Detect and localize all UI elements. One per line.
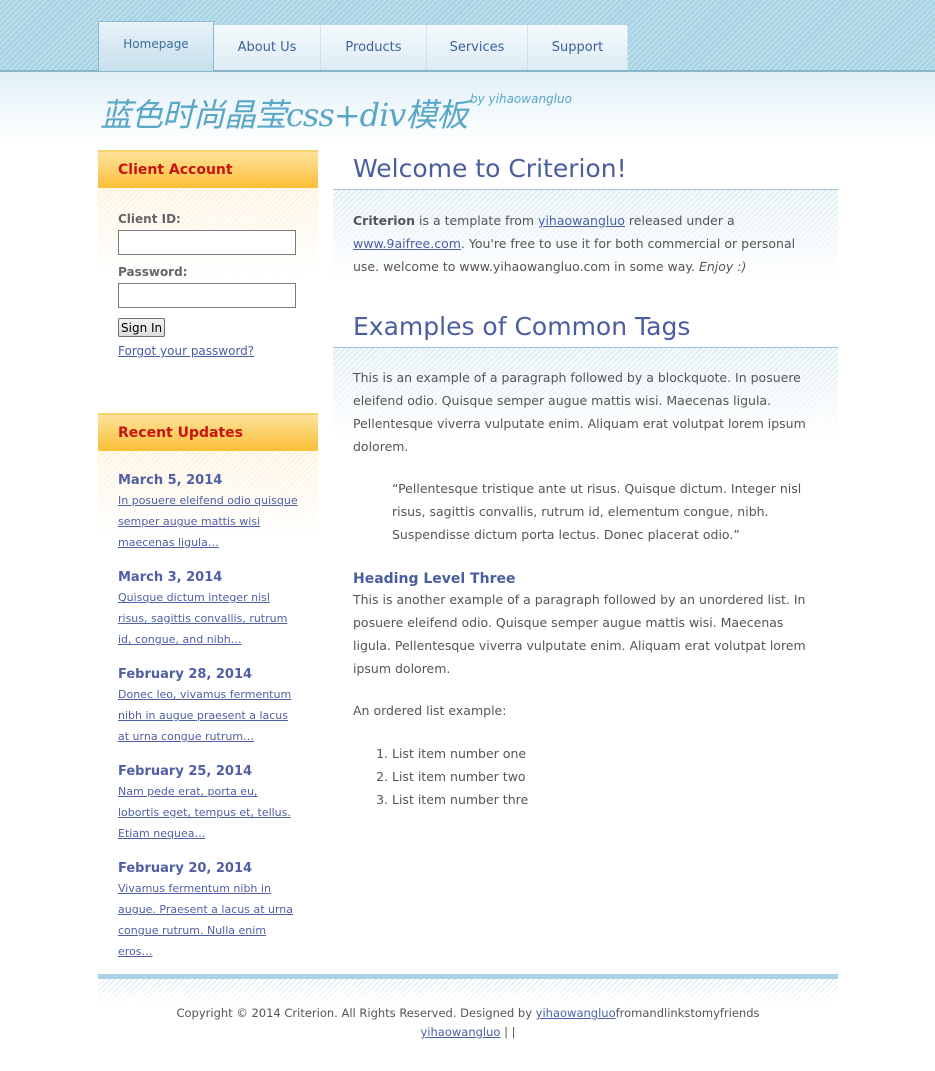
ordered-list-intro: An ordered list example:: [353, 703, 507, 718]
site-subtitle: by yihaowangluo: [470, 92, 572, 106]
ordered-list: List item number one List item number tw…: [333, 742, 838, 811]
footer: Copyright © 2014 Criterion. All Rights R…: [98, 1004, 838, 1042]
nav-tab-products[interactable]: Products: [321, 25, 427, 70]
nav-tab-services[interactable]: Services: [427, 25, 528, 70]
list-item: List item number one: [392, 742, 838, 765]
update-item: February 25, 2014 Nam pede erat, porta e…: [118, 764, 298, 843]
blockquote: “Pellentesque tristique ante ut risus. Q…: [392, 481, 802, 542]
list-item: List item number two: [392, 765, 838, 788]
site-title: 蓝色时尚晶莹css+div模板: [100, 96, 468, 134]
examples-section: Examples of Common Tags This is an examp…: [333, 312, 838, 811]
footer-bar: [98, 974, 838, 1004]
heading-level-three: Heading Level Three: [353, 571, 516, 587]
copyright-text: Copyright © 2014 Criterion. All Rights R…: [176, 1006, 536, 1020]
update-date: March 5, 2014: [118, 473, 223, 488]
nav-tab-about-us[interactable]: About Us: [214, 25, 321, 70]
examples-title: Examples of Common Tags: [333, 312, 838, 348]
welcome-section: Welcome to Criterion! Criterion is a tem…: [333, 154, 838, 280]
footer-designer-link[interactable]: yihaowangluo: [536, 1006, 616, 1020]
client-account-box: Client Account Client ID: Password: Sign…: [98, 150, 318, 358]
nav-tab-homepage[interactable]: Homepage: [98, 21, 214, 71]
welcome-text-2: released under a: [624, 213, 735, 228]
forgot-password-link[interactable]: Forgot your password?: [118, 344, 296, 358]
update-link[interactable]: Quisque dictum integer nisl risus, sagit…: [118, 591, 287, 646]
footer-friend-link[interactable]: yihaowangluo: [421, 1025, 501, 1039]
footer-separator: | |: [500, 1025, 516, 1039]
client-id-label: Client ID:: [118, 212, 181, 226]
update-link[interactable]: In posuere eleifend odio quisque semper …: [118, 494, 298, 549]
update-link[interactable]: Nam pede erat, porta eu, lobortis eget, …: [118, 785, 291, 840]
client-id-input[interactable]: [118, 230, 296, 255]
client-account-heading: Client Account: [98, 150, 318, 188]
license-link[interactable]: www.9aifree.com: [353, 236, 461, 251]
update-item: March 5, 2014 In posuere eleifend odio q…: [118, 473, 298, 552]
example-paragraph-2: This is another example of a paragraph f…: [353, 592, 806, 676]
password-input[interactable]: [118, 283, 296, 308]
welcome-text-1: is a template from: [415, 213, 539, 228]
update-date: February 25, 2014: [118, 764, 253, 779]
update-item: March 3, 2014 Quisque dictum integer nis…: [118, 570, 298, 649]
update-link[interactable]: Donec leo, vivamus fermentum nibh in aug…: [118, 688, 291, 743]
sign-in-button[interactable]: Sign In: [118, 318, 166, 337]
welcome-title: Welcome to Criterion!: [333, 154, 838, 190]
enjoy-text: Enjoy :): [698, 259, 747, 274]
main-nav: Homepage About Us Products Services Supp…: [98, 21, 628, 71]
updates-list: March 5, 2014 In posuere eleifend odio q…: [118, 473, 298, 979]
recent-updates-box: Recent Updates March 5, 2014 In posuere …: [98, 413, 318, 958]
footer-text: fromandlinkstomyfriends: [615, 1006, 760, 1020]
brand-name: Criterion: [353, 213, 416, 228]
update-date: March 3, 2014: [118, 570, 223, 585]
update-link[interactable]: Vivamus fermentum nibh in augue. Praesen…: [118, 882, 293, 958]
welcome-paragraph: Criterion is a template from yihaowanglu…: [333, 209, 838, 278]
nav-tab-support[interactable]: Support: [528, 25, 628, 70]
list-item: List item number thre: [392, 788, 838, 811]
recent-updates-heading: Recent Updates: [98, 413, 318, 451]
update-item: February 28, 2014 Donec leo, vivamus fer…: [118, 667, 298, 746]
login-form: Client ID: Password: Sign In Forgot your…: [118, 212, 296, 358]
update-item: February 20, 2014 Vivamus fermentum nibh…: [118, 861, 298, 961]
update-date: February 20, 2014: [118, 861, 253, 876]
password-label: Password:: [118, 265, 188, 279]
update-date: February 28, 2014: [118, 667, 253, 682]
example-paragraph-1: This is an example of a paragraph follow…: [353, 370, 806, 454]
author-link[interactable]: yihaowangluo: [538, 213, 625, 228]
